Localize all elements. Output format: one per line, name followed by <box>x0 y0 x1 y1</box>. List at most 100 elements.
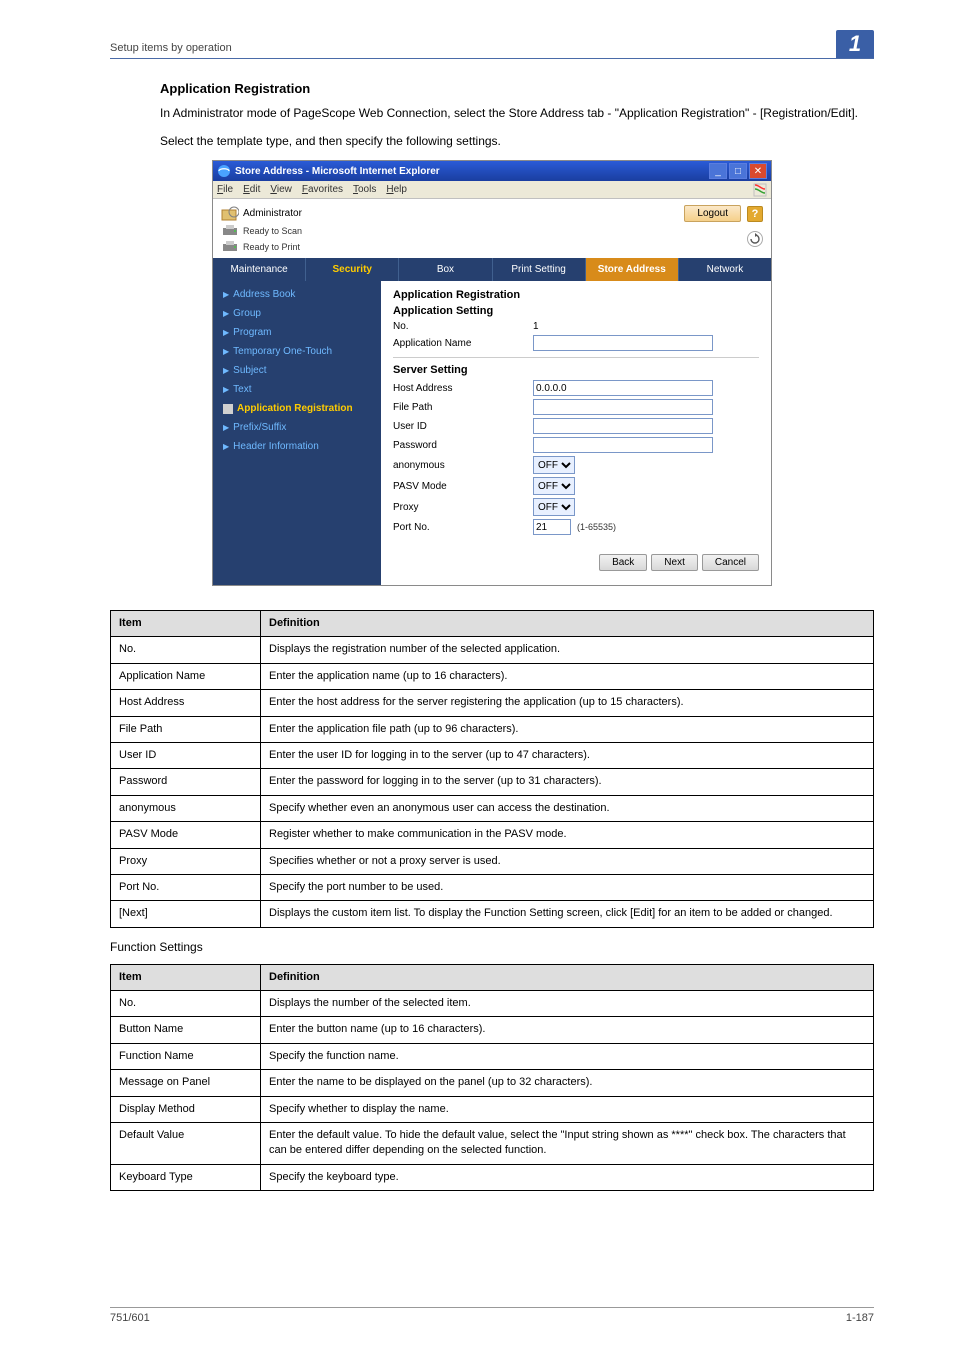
form-label: PASV Mode <box>393 481 533 492</box>
tab-print-setting[interactable]: Print Setting <box>493 258 586 281</box>
sidebar-item-header-information[interactable]: ▶ Header Information <box>213 437 381 456</box>
sidebar-item-program[interactable]: ▶ Program <box>213 323 381 342</box>
sidebar-item-application-registration[interactable]: Application Registration <box>213 399 381 418</box>
sidebar-item-label: Subject <box>233 365 266 376</box>
doc-icon <box>223 404 233 414</box>
admin-icon <box>221 206 239 222</box>
table-header: Item <box>111 611 261 637</box>
browser-window: Store Address - Microsoft Internet Explo… <box>212 160 772 586</box>
menu-favorites[interactable]: Favorites <box>302 184 343 195</box>
window-title: Store Address - Microsoft Internet Explo… <box>235 166 709 177</box>
table-row: [Next]Displays the custom item list. To … <box>111 901 874 927</box>
select-anonymous[interactable]: OFF <box>533 456 575 474</box>
select-proxy[interactable]: OFF <box>533 498 575 516</box>
table-item-name: User ID <box>111 742 261 768</box>
sidebar-item-group[interactable]: ▶ Group <box>213 304 381 323</box>
table-item-definition: Specify whether even an anonymous user c… <box>261 795 874 821</box>
table-row: Button NameEnter the button name (up to … <box>111 1017 874 1043</box>
table-item-name: Keyboard Type <box>111 1164 261 1190</box>
input-port-no-[interactable] <box>533 519 571 535</box>
input-application-name[interactable] <box>533 335 713 351</box>
status-line-0: Ready to Scan <box>221 224 302 238</box>
input-host-address[interactable] <box>533 380 713 396</box>
sidebar-item-label: Temporary One-Touch <box>233 346 332 357</box>
menu-file[interactable]: File <box>217 184 233 195</box>
menu-bar: File Edit View Favorites Tools Help <box>213 181 771 199</box>
sidebar-item-label: Prefix/Suffix <box>233 422 286 433</box>
table-item-name: anonymous <box>111 795 261 821</box>
input-user-id[interactable] <box>533 418 713 434</box>
menu-tools[interactable]: Tools <box>353 184 376 195</box>
printer-icon <box>221 224 239 238</box>
table-item-name: Button Name <box>111 1017 261 1043</box>
minimize-button[interactable]: _ <box>709 163 727 179</box>
close-button[interactable]: ✕ <box>749 163 767 179</box>
table-item-definition: Specify the function name. <box>261 1043 874 1069</box>
form-row-password: Password <box>393 437 759 453</box>
definition-table-1: ItemDefinitionNo.Displays the registrati… <box>110 610 874 928</box>
table-row: anonymousSpecify whether even an anonymo… <box>111 795 874 821</box>
arrow-icon: ▶ <box>223 442 229 451</box>
table-item-name: [Next] <box>111 901 261 927</box>
logout-button[interactable]: Logout <box>684 205 741 222</box>
sidebar-item-prefix-suffix[interactable]: ▶Prefix/Suffix <box>213 418 381 437</box>
footer-model: 751/601 <box>110 1312 846 1324</box>
sidebar-item-label: Text <box>233 384 251 395</box>
sidebar-item-label: Header Information <box>233 441 319 452</box>
tab-network[interactable]: Network <box>679 258 771 281</box>
cancel-button[interactable]: Cancel <box>702 554 759 571</box>
menu-view[interactable]: View <box>270 184 292 195</box>
refresh-icon[interactable] <box>747 231 763 247</box>
next-button[interactable]: Next <box>651 554 698 571</box>
table-row: Display MethodSpecify whether to display… <box>111 1096 874 1122</box>
table-row: No.Displays the number of the selected i… <box>111 991 874 1017</box>
table-item-name: Application Name <box>111 663 261 689</box>
table-item-definition: Specifies whether or not a proxy server … <box>261 848 874 874</box>
breadcrumb: Setup items by operation <box>110 42 836 58</box>
form-label: anonymous <box>393 460 533 471</box>
server-setting-heading: Server Setting <box>393 364 759 376</box>
table-row: PASV ModeRegister whether to make commun… <box>111 822 874 848</box>
sidebar-item-label: Program <box>233 327 271 338</box>
form-row-anonymous: anonymousOFF <box>393 456 759 474</box>
tab-store-address[interactable]: Store Address <box>586 258 679 281</box>
form-label: Host Address <box>393 383 533 394</box>
menu-edit[interactable]: Edit <box>243 184 260 195</box>
arrow-icon: ▶ <box>223 309 229 318</box>
sidebar-item-label: Group <box>233 308 261 319</box>
table-row: Function NameSpecify the function name. <box>111 1043 874 1069</box>
admin-label: Administrator <box>243 208 302 219</box>
sidebar-item-temporary-one-touch[interactable]: ▶ Temporary One-Touch <box>213 342 381 361</box>
table-item-definition: Enter the application file path (up to 9… <box>261 716 874 742</box>
arrow-icon: ▶ <box>223 328 229 337</box>
status-area: Ready to ScanReady to Print <box>213 224 771 258</box>
input-file-path[interactable] <box>533 399 713 415</box>
tab-maintenance[interactable]: Maintenance <box>213 258 306 281</box>
tab-security[interactable]: Security <box>306 258 399 281</box>
form-row-file-path: File Path <box>393 399 759 415</box>
app-setting-heading: Application Setting <box>393 305 759 317</box>
arrow-icon: ▶ <box>223 347 229 356</box>
sidebar-item-text[interactable]: ▶ Text <box>213 380 381 399</box>
sidebar-item-address-book[interactable]: ▶Address Book <box>213 285 381 304</box>
maximize-button[interactable]: □ <box>729 163 747 179</box>
tab-box[interactable]: Box <box>399 258 492 281</box>
form-label: Password <box>393 440 533 451</box>
form-static-value: 1 <box>533 321 539 332</box>
table-item-name: Function Name <box>111 1043 261 1069</box>
table-row: Default ValueEnter the default value. To… <box>111 1123 874 1165</box>
table-item-name: Host Address <box>111 690 261 716</box>
form-row-user-id: User ID <box>393 418 759 434</box>
arrow-icon: ▶ <box>223 385 229 394</box>
input-password[interactable] <box>533 437 713 453</box>
menu-help[interactable]: Help <box>386 184 407 195</box>
action-row: BackNextCancel <box>393 538 759 577</box>
footer-page: 1-187 <box>846 1312 874 1324</box>
back-button[interactable]: Back <box>599 554 647 571</box>
table-item-name: Default Value <box>111 1123 261 1165</box>
help-icon[interactable]: ? <box>747 206 763 222</box>
sidebar-item-subject[interactable]: ▶Subject <box>213 361 381 380</box>
select-pasv-mode[interactable]: OFF <box>533 477 575 495</box>
table-item-name: Message on Panel <box>111 1070 261 1096</box>
table-item-name: PASV Mode <box>111 822 261 848</box>
